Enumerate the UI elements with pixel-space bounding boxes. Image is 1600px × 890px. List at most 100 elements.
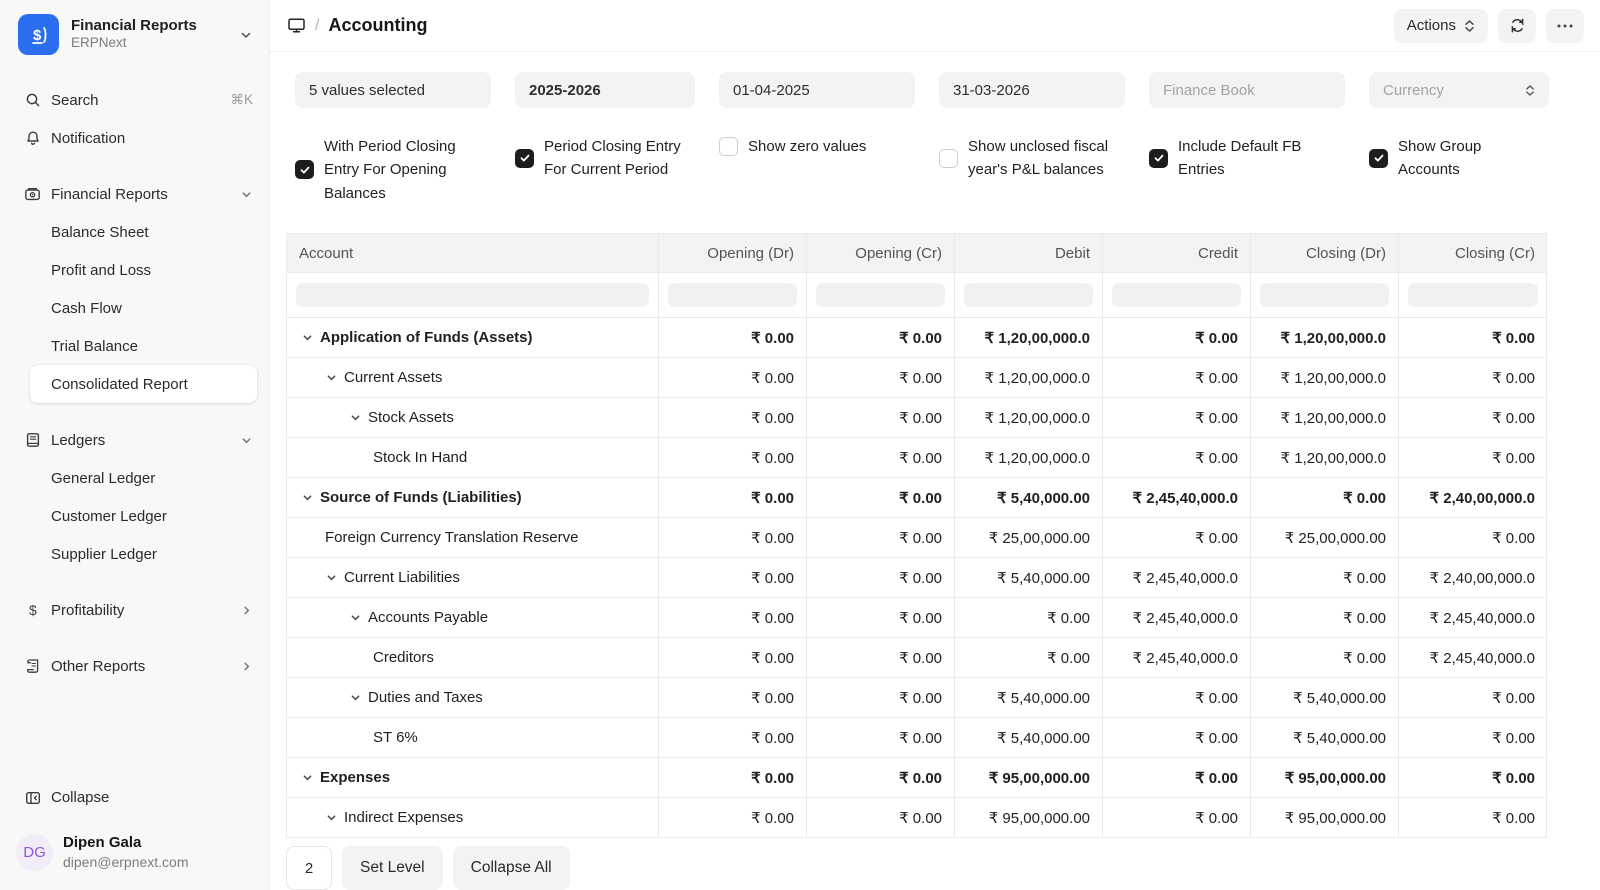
table-row-current-assets[interactable]: Current Assets₹ 0.00₹ 0.00₹ 1,20,00,000.… — [287, 358, 1546, 398]
column-filter-input[interactable] — [964, 283, 1093, 307]
amount-cell: ₹ 1,20,00,000.0 — [1251, 318, 1399, 357]
sidebar-item-balance-sheet[interactable]: Balance Sheet — [0, 213, 269, 251]
amount-cell: ₹ 5,40,000.00 — [955, 678, 1103, 717]
column-filter-input[interactable] — [816, 283, 945, 307]
table-row-current-liabilities[interactable]: Current Liabilities₹ 0.00₹ 0.00₹ 5,40,00… — [287, 558, 1546, 598]
column-header-debit[interactable]: Debit — [955, 234, 1103, 272]
amount-cell: ₹ 2,45,40,000.0 — [1103, 478, 1251, 517]
table-row-source-of-funds-liabilities[interactable]: Source of Funds (Liabilities)₹ 0.00₹ 0.0… — [287, 478, 1546, 518]
sidebar-item-trial-balance[interactable]: Trial Balance — [0, 327, 269, 365]
unchecked-checkbox-icon[interactable] — [719, 137, 738, 156]
more-menu-button[interactable] — [1546, 9, 1584, 43]
account-name: Foreign Currency Translation Reserve — [325, 529, 578, 546]
column-filter-input[interactable] — [1408, 283, 1538, 307]
amount-cell: ₹ 0.00 — [659, 398, 807, 437]
sidebar-item-cash-flow[interactable]: Cash Flow — [0, 289, 269, 327]
amount-cell: ₹ 5,40,000.00 — [955, 558, 1103, 597]
account-name: Application of Funds (Assets) — [320, 329, 533, 346]
sidebar-item-consolidated-report[interactable]: Consolidated Report — [30, 365, 257, 403]
to-date-filter[interactable]: 31-03-2026 — [939, 72, 1125, 108]
column-filter-input[interactable] — [668, 283, 797, 307]
table-row-creditors[interactable]: Creditors₹ 0.00₹ 0.00₹ 0.00₹ 2,45,40,000… — [287, 638, 1546, 678]
chevron-down-icon[interactable] — [349, 691, 362, 704]
table-row-stock-assets[interactable]: Stock Assets₹ 0.00₹ 0.00₹ 1,20,00,000.0₹… — [287, 398, 1546, 438]
table-row-application-of-funds-assets[interactable]: Application of Funds (Assets)₹ 0.00₹ 0.0… — [287, 318, 1546, 358]
sidebar-item-customer-ledger[interactable]: Customer Ledger — [0, 497, 269, 535]
amount-cell: ₹ 0.00 — [807, 638, 955, 677]
amount-cell: ₹ 0.00 — [807, 798, 955, 837]
table-row-accounts-payable[interactable]: Accounts Payable₹ 0.00₹ 0.00₹ 0.00₹ 2,45… — [287, 598, 1546, 638]
column-header-closing-cr[interactable]: Closing (Cr) — [1399, 234, 1547, 272]
checkbox-include-default-fb-entries[interactable]: Include Default FB Entries — [1149, 135, 1345, 182]
sidebar-item-supplier-ledger[interactable]: Supplier Ledger — [0, 535, 269, 573]
fiscal-year-filter[interactable]: 2025-2026 — [515, 72, 695, 108]
checkbox-label: Show unclosed fiscal year's P&L balances — [968, 135, 1125, 182]
amount-cell: ₹ 0.00 — [807, 558, 955, 597]
table-row-indirect-expenses[interactable]: Indirect Expenses₹ 0.00₹ 0.00₹ 95,00,000… — [287, 798, 1546, 838]
amount-cell: ₹ 25,00,000.00 — [955, 518, 1103, 557]
sidebar-group-financial-reports[interactable]: Financial Reports — [0, 175, 269, 213]
sidebar-item-general-ledger[interactable]: General Ledger — [0, 459, 269, 497]
company-filter[interactable]: 5 values selected — [295, 72, 491, 108]
column-header-closing-dr[interactable]: Closing (Dr) — [1251, 234, 1399, 272]
amount-cell: ₹ 0.00 — [659, 598, 807, 637]
from-date-filter[interactable]: 01-04-2025 — [719, 72, 915, 108]
chevron-down-icon[interactable] — [325, 571, 338, 584]
collapse-all-button[interactable]: Collapse All — [453, 846, 570, 890]
app-switcher[interactable]: $ Financial Reports ERPNext — [0, 14, 269, 55]
column-filter-input[interactable] — [1112, 283, 1241, 307]
column-filter-input[interactable] — [1260, 283, 1389, 307]
checkbox-show-unclosed-fiscal-year-s-p-l-balances[interactable]: Show unclosed fiscal year's P&L balances — [939, 135, 1125, 182]
sidebar-group-ledgers[interactable]: Ledgers — [0, 421, 269, 459]
actions-button[interactable]: Actions — [1394, 9, 1488, 43]
user-menu[interactable]: DG Dipen Gala dipen@erpnext.com — [0, 823, 269, 872]
sidebar-group-other-reports[interactable]: Other Reports — [0, 647, 269, 685]
chevron-down-icon[interactable] — [325, 371, 338, 384]
account-cell: ST 6% — [287, 718, 659, 757]
checked-checkbox-icon[interactable] — [515, 149, 534, 168]
sidebar-group-label: Profitability — [51, 602, 240, 619]
currency-filter[interactable]: Currency — [1369, 72, 1549, 108]
sidebar-collapse-button[interactable]: Collapse — [0, 779, 269, 817]
amount-cell: ₹ 0.00 — [659, 718, 807, 757]
table-row-foreign-currency-translation-reserve[interactable]: Foreign Currency Translation Reserve₹ 0.… — [287, 518, 1546, 558]
checkbox-show-zero-values[interactable]: Show zero values — [719, 135, 915, 158]
level-input[interactable]: 2 — [286, 846, 332, 890]
checkbox-with-period-closing-entry-for-opening-balances[interactable]: With Period Closing Entry For Opening Ba… — [295, 135, 491, 205]
checked-checkbox-icon[interactable] — [295, 160, 314, 179]
sidebar-item-notification[interactable]: Notification — [0, 119, 269, 157]
table-row-stock-in-hand[interactable]: Stock In Hand₹ 0.00₹ 0.00₹ 1,20,00,000.0… — [287, 438, 1546, 478]
checked-checkbox-icon[interactable] — [1369, 149, 1388, 168]
currency-placeholder: Currency — [1383, 82, 1444, 99]
set-level-button[interactable]: Set Level — [342, 846, 443, 890]
chevron-down-icon[interactable] — [239, 28, 253, 42]
sidebar-item-search[interactable]: Search ⌘K — [0, 81, 269, 119]
table-row-duties-and-taxes[interactable]: Duties and Taxes₹ 0.00₹ 0.00₹ 5,40,000.0… — [287, 678, 1546, 718]
monitor-icon[interactable] — [287, 16, 306, 35]
column-header-credit[interactable]: Credit — [1103, 234, 1251, 272]
chevron-down-icon[interactable] — [325, 811, 338, 824]
refresh-button[interactable] — [1498, 9, 1536, 43]
column-header-opening-cr[interactable]: Opening (Cr) — [807, 234, 955, 272]
sidebar-group-profitability[interactable]: $Profitability — [0, 591, 269, 629]
checkbox-period-closing-entry-for-current-period[interactable]: Period Closing Entry For Current Period — [515, 135, 695, 182]
amount-cell: ₹ 0.00 — [1399, 758, 1547, 797]
checked-checkbox-icon[interactable] — [1149, 149, 1168, 168]
column-header-opening-dr[interactable]: Opening (Dr) — [659, 234, 807, 272]
account-cell: Expenses — [287, 758, 659, 797]
chevron-down-icon[interactable] — [301, 331, 314, 344]
table-row-expenses[interactable]: Expenses₹ 0.00₹ 0.00₹ 95,00,000.00₹ 0.00… — [287, 758, 1546, 798]
column-filter-input[interactable] — [296, 283, 649, 307]
chevron-down-icon[interactable] — [349, 611, 362, 624]
chevron-down-icon[interactable] — [301, 491, 314, 504]
chevron-down-icon[interactable] — [349, 411, 362, 424]
avatar: DG — [16, 834, 53, 871]
checkbox-show-group-accounts[interactable]: Show Group Accounts — [1369, 135, 1549, 182]
sidebar-item-profit-and-loss[interactable]: Profit and Loss — [0, 251, 269, 289]
chevron-down-icon[interactable] — [301, 771, 314, 784]
amount-cell: ₹ 0.00 — [1103, 678, 1251, 717]
table-row-st-6[interactable]: ST 6%₹ 0.00₹ 0.00₹ 5,40,000.00₹ 0.00₹ 5,… — [287, 718, 1546, 758]
unchecked-checkbox-icon[interactable] — [939, 149, 958, 168]
finance-book-filter[interactable]: Finance Book — [1149, 72, 1345, 108]
column-header-account[interactable]: Account — [287, 234, 659, 272]
